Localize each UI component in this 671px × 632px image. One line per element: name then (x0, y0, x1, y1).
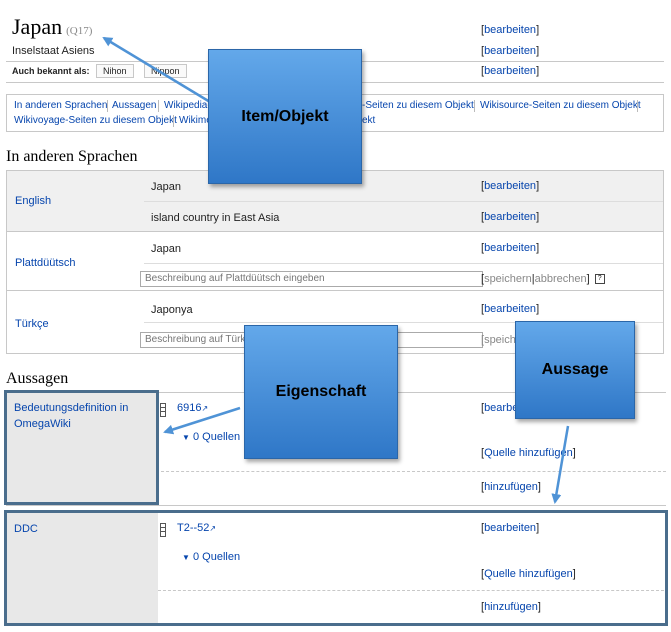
arrow-to-item (102, 36, 216, 107)
arrow-to-property (163, 406, 241, 435)
callout-property: Eigenschaft (244, 325, 398, 459)
callout-statement: Aussage (515, 321, 635, 419)
callout-item: Item/Objekt (208, 49, 362, 184)
arrow-to-statement (551, 425, 570, 504)
